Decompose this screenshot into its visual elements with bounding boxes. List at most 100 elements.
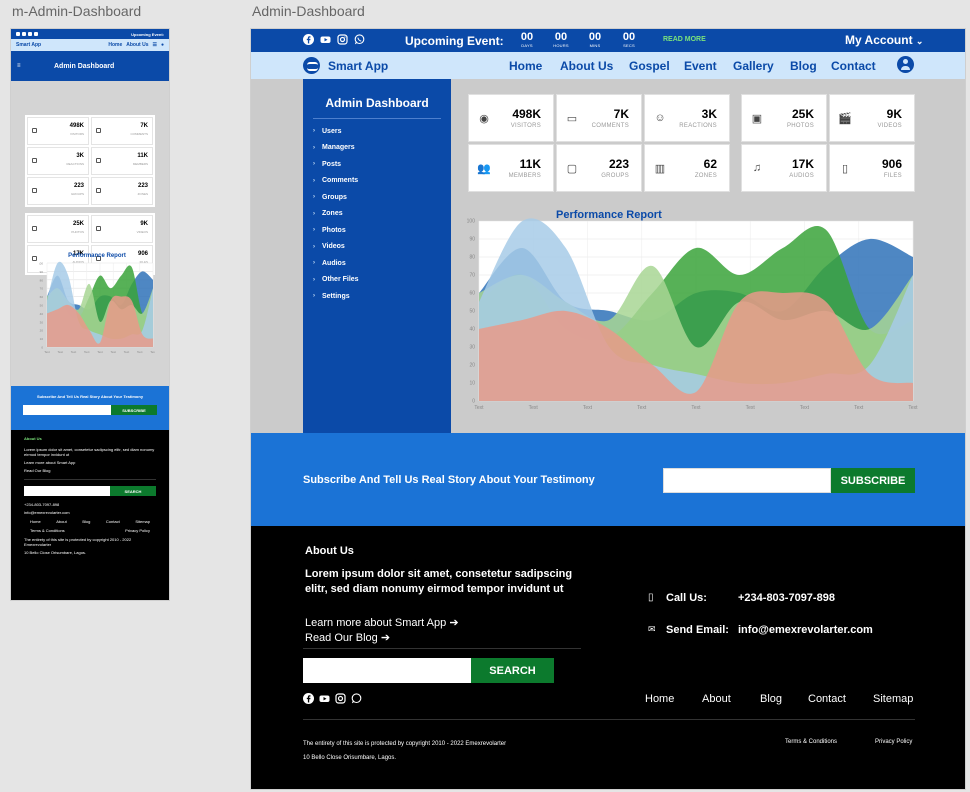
mobile-footer-home[interactable]: Home — [30, 519, 41, 524]
mobile-terms[interactable]: Terms & Conditions — [30, 528, 65, 533]
sidebar-item[interactable]: › Groups — [303, 189, 451, 206]
countdown-mins: 00 MINS — [582, 31, 608, 48]
countdown-hours-value: 00 — [554, 31, 568, 43]
call-value[interactable]: +234-803-7097-898 — [738, 592, 835, 604]
chevron-down-icon: ⌄ — [915, 36, 924, 46]
mobile-footer-legal: Terms & Conditions Privacy Policy — [30, 528, 150, 533]
mobile-read-blog[interactable]: Read Our Blog — [24, 468, 156, 473]
nav-home[interactable]: Home — [509, 59, 542, 73]
footer-blog[interactable]: Blog — [760, 693, 782, 705]
mobile-footer-sitemap[interactable]: Sitemap — [135, 519, 150, 524]
nav-gospel[interactable]: Gospel — [629, 59, 670, 73]
instagram-icon[interactable] — [337, 34, 348, 45]
youtube-icon[interactable] — [320, 34, 331, 45]
stat-card[interactable]: ▥ 62 ZONES — [644, 144, 730, 192]
mobile-stat-card[interactable]: 498K VISITORS — [27, 117, 89, 145]
mobile-stat-card[interactable]: 223 GROUPS — [27, 177, 89, 205]
my-account-menu[interactable]: My Account ⌄ — [845, 33, 923, 47]
mobile-stat-card[interactable]: 223 ZONES — [91, 177, 153, 205]
brand[interactable]: Smart App — [303, 57, 388, 74]
stat-card[interactable]: ▯ 906 FILES — [829, 144, 915, 192]
read-blog-link[interactable]: Read Our Blog ➔ — [305, 631, 390, 644]
nav-about-us[interactable]: About Us — [560, 59, 613, 73]
nav-event[interactable]: Event — [684, 59, 717, 73]
chart-y-tick-label: 0 — [472, 399, 475, 405]
mobile-footer-contact[interactable]: Contact — [106, 519, 120, 524]
mobile-privacy[interactable]: Privacy Policy — [125, 528, 150, 533]
sidebar-item[interactable]: › Other Files — [303, 272, 451, 289]
footer-contact[interactable]: Contact — [808, 693, 846, 705]
sidebar-item[interactable]: › Zones — [303, 206, 451, 223]
mobile-header: ≡ Admin Dashboard — [11, 51, 169, 81]
nav-gallery[interactable]: Gallery — [733, 59, 774, 73]
mobile-sidebar-toggle-icon[interactable]: ≡ — [17, 63, 24, 69]
call-label: Call Us: — [666, 592, 707, 604]
mobile-nav-about[interactable]: About Us — [126, 42, 148, 48]
mobile-search-input[interactable] — [24, 486, 110, 496]
mobile-stat-card[interactable]: 25K PHOTOS — [27, 215, 89, 243]
subscribe-button[interactable]: SUBSCRIBE — [831, 468, 915, 493]
footer-home[interactable]: Home — [645, 693, 674, 705]
mobile-subscribe-input[interactable] — [23, 405, 111, 415]
footer-sitemap[interactable]: Sitemap — [873, 693, 913, 705]
facebook-icon[interactable] — [303, 693, 314, 704]
stat-card[interactable]: 👥 11K MEMBERS — [468, 144, 554, 192]
chart-y-tick-label: 0 — [41, 346, 43, 350]
whatsapp-icon[interactable] — [351, 693, 362, 704]
mobile-stat-card[interactable]: 11K MEMBERS — [91, 147, 153, 175]
read-more-link[interactable]: READ MORE — [663, 36, 706, 43]
mobile-stat-card[interactable]: 7K COMMENTS — [91, 117, 153, 145]
mobile-stat-card[interactable]: 3K REACTIONS — [27, 147, 89, 175]
mobile-stat-card[interactable]: 9K VIDEOS — [91, 215, 153, 243]
sidebar-item[interactable]: › Settings — [303, 288, 451, 305]
user-icon[interactable]: ● — [161, 42, 164, 48]
stat-card[interactable]: ▣ 25K PHOTOS — [741, 94, 827, 142]
privacy-link[interactable]: Privacy Policy — [875, 739, 912, 745]
stat-card[interactable]: 🎬 9K VIDEOS — [829, 94, 915, 142]
stat-card[interactable]: ♫ 17K AUDIOS — [741, 144, 827, 192]
sidebar-item[interactable]: › Photos — [303, 222, 451, 239]
stat-card[interactable]: ☺ 3K REACTIONS — [644, 94, 730, 142]
sidebar-item[interactable]: › Users — [303, 123, 451, 140]
chart-y-tick-label: 100 — [39, 262, 43, 266]
user-icon[interactable] — [897, 56, 914, 73]
mobile-footer-about[interactable]: About — [56, 519, 66, 524]
instagram-icon[interactable] — [335, 693, 346, 704]
mobile-stats-grid: 498K VISITORS 7K COMMENTS 3K REACTIONS 11K MEMB… — [25, 115, 155, 207]
chart-y-tick-label: 40 — [469, 327, 475, 333]
nav-blog[interactable]: Blog — [790, 59, 817, 73]
whatsapp-icon[interactable] — [354, 34, 365, 45]
stat-card[interactable]: ▢ 223 GROUPS — [556, 144, 642, 192]
subscribe-email-input[interactable] — [663, 468, 831, 493]
learn-more-link[interactable]: Learn more about Smart App ➔ — [305, 616, 459, 629]
sidebar-item[interactable]: › Posts — [303, 156, 451, 173]
nav-contact[interactable]: Contact — [831, 59, 876, 73]
whatsapp-icon[interactable] — [34, 32, 38, 36]
youtube-icon[interactable] — [22, 32, 26, 36]
footer-search-button[interactable]: SEARCH — [471, 658, 554, 683]
menu-icon[interactable]: ☰ — [152, 42, 156, 48]
mobile-search-button[interactable]: SEARCH — [110, 486, 156, 496]
footer-search-input[interactable] — [303, 658, 471, 683]
mobile-learn-more[interactable]: Learn more about Smart App — [24, 460, 156, 465]
email-value[interactable]: info@emexrevolarter.com — [738, 624, 873, 636]
sidebar-item[interactable]: › Audios — [303, 255, 451, 272]
image-icon: ▣ — [751, 112, 763, 125]
mobile-brand[interactable]: Smart App — [16, 42, 41, 48]
mobile-footer-blog[interactable]: Blog — [82, 519, 90, 524]
mobile-frame-label: m-Admin-Dashboard — [12, 3, 142, 19]
stat-card[interactable]: ◉ 498K VISITORS — [468, 94, 554, 142]
mobile-nav-home[interactable]: Home — [108, 42, 122, 48]
facebook-icon[interactable] — [16, 32, 20, 36]
footer-about[interactable]: About — [702, 693, 731, 705]
youtube-icon[interactable] — [319, 693, 330, 704]
terms-link[interactable]: Terms & Conditions — [785, 739, 837, 745]
instagram-icon[interactable] — [28, 32, 32, 36]
sidebar-item[interactable]: › Managers — [303, 140, 451, 157]
facebook-icon[interactable] — [303, 34, 314, 45]
smile-icon: ☺ — [654, 112, 666, 124]
stat-card[interactable]: ▭ 7K COMMENTS — [556, 94, 642, 142]
sidebar-item[interactable]: › Videos — [303, 239, 451, 256]
sidebar-item[interactable]: › Comments — [303, 173, 451, 190]
mobile-subscribe-button[interactable]: SUBSCRIBE — [111, 405, 157, 415]
